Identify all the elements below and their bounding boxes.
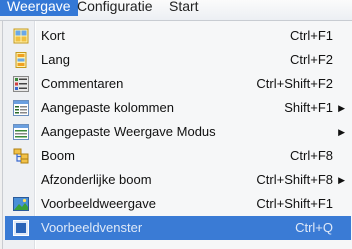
menu-item-label: Aangepaste Weergave Modus: [41, 124, 216, 139]
custom-columns-icon: [13, 100, 29, 116]
thumbnail-view-icon: [13, 196, 29, 212]
menu-item-shortcut: Ctrl+Shift+F8: [256, 172, 333, 187]
menu-item-shortcut: Ctrl+F2: [290, 52, 333, 67]
long-view-icon: [13, 52, 29, 68]
menu-item-label: Kort: [41, 28, 65, 43]
quick-view-icon: [13, 220, 29, 236]
menu-item-label: Lang: [41, 52, 70, 67]
menu-start[interactable]: Start: [162, 0, 206, 16]
menu-item-aangepaste-kolommen[interactable]: Aangepaste kolommen Shift+F1 ▶: [5, 96, 351, 120]
menu-item-afzonderlijke-boom[interactable]: Afzonderlijke boom Ctrl+Shift+F8 ▶: [5, 168, 351, 192]
menu-item-voorbeeldvenster[interactable]: Voorbeeldvenster Ctrl+Q: [5, 216, 351, 240]
short-view-icon: [13, 28, 29, 44]
tree-icon: [13, 148, 29, 164]
menu-item-shortcut: Ctrl+Shift+F2: [256, 76, 333, 91]
submenu-arrow-icon: ▶: [338, 127, 345, 137]
menu-item-boom[interactable]: Boom Ctrl+F8: [5, 144, 351, 168]
menu-item-label: Voorbeeldvenster: [41, 220, 143, 235]
submenu-arrow-icon: ▶: [338, 103, 345, 113]
menu-item-label: Boom: [41, 148, 75, 163]
view-dropdown-menu: Kort Ctrl+F1 Lang Ctrl+F2 Commentaren Ct…: [2, 21, 352, 249]
menu-item-label: Aangepaste kolommen: [41, 100, 174, 115]
menu-item-aangepaste-weergave-modus[interactable]: Aangepaste Weergave Modus ▶: [5, 120, 351, 144]
menu-item-shortcut: Ctrl+Q: [295, 220, 333, 235]
submenu-arrow-icon: ▶: [338, 175, 345, 185]
menu-item-shortcut: Shift+F1: [284, 100, 333, 115]
menu-item-commentaren[interactable]: Commentaren Ctrl+Shift+F2: [5, 72, 351, 96]
menu-item-lang[interactable]: Lang Ctrl+F2: [5, 48, 351, 72]
comments-icon: [13, 76, 29, 92]
menu-item-label: Afzonderlijke boom: [41, 172, 152, 187]
menu-item-kort[interactable]: Kort Ctrl+F1: [5, 24, 351, 48]
menu-item-label: Commentaren: [41, 76, 124, 91]
menu-configuratie[interactable]: Configuratie: [70, 0, 160, 16]
menu-item-voorbeeldweergave[interactable]: Voorbeeldweergave Ctrl+Shift+F1: [5, 192, 351, 216]
menu-bar: Weergave Configuratie Start: [0, 0, 352, 21]
menu-item-shortcut: Ctrl+F8: [290, 148, 333, 163]
menu-weergave[interactable]: Weergave: [0, 0, 78, 16]
menu-item-label: Voorbeeldweergave: [41, 196, 156, 211]
custom-view-mode-icon: [13, 124, 29, 140]
menu-item-shortcut: Ctrl+F1: [290, 28, 333, 43]
menu-item-shortcut: Ctrl+Shift+F1: [256, 196, 333, 211]
